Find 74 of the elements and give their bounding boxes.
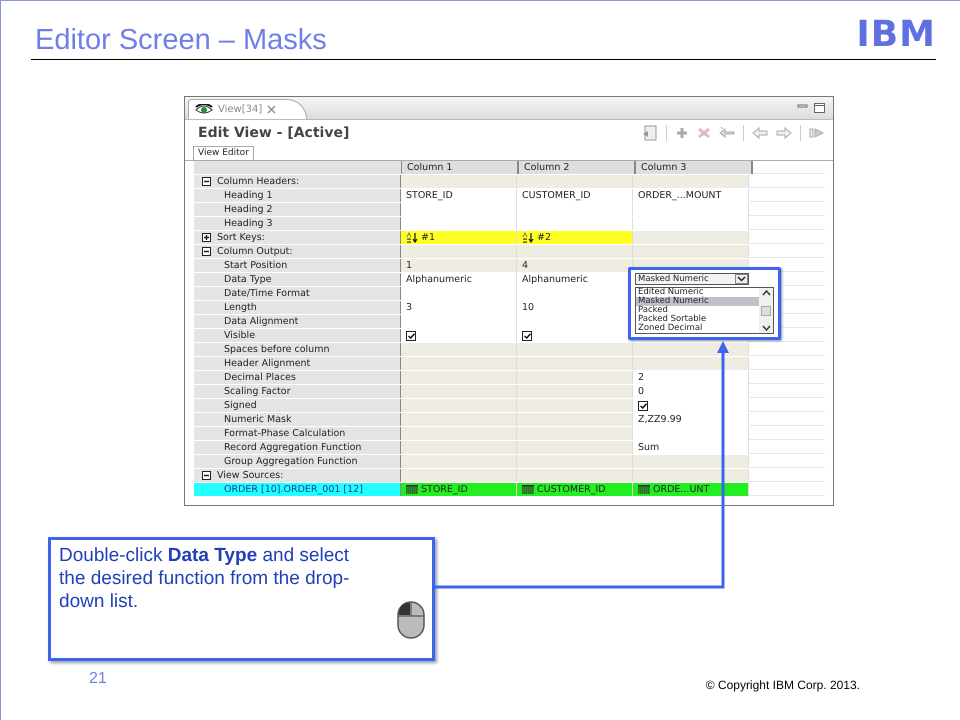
section-label: View Sources: [217,468,284,482]
property-label: Date/Time Format [194,287,401,300]
plus-icon[interactable] [675,126,689,140]
tab-label: View[34] [218,104,262,115]
property-label: Decimal Places [194,371,401,384]
scroll-down-icon[interactable] [760,323,772,333]
property-label: Format-Phase Calculation [194,427,401,440]
section-row-label[interactable]: Sort Keys: [194,231,401,244]
property-label: Signed [194,399,401,412]
editor-title: Edit View - [Active] [198,125,350,141]
property-label: Scaling Factor [194,385,401,398]
section-label: Column Headers: [217,174,300,188]
right-arrow-icon[interactable] [776,126,792,140]
property-label: Heading 3 [194,217,401,230]
sort-ascending-icon [522,232,534,243]
copyright-text: © Copyright IBM Corp. 2013. [706,677,860,694]
barcode-icon [638,485,650,494]
logo: IBM [856,17,936,53]
mouse-icon [396,600,426,640]
collapse-icon [202,471,211,480]
table-cell: 4 [517,259,633,272]
callout-text: Double-click Data Type and select the desired function from the drop-down list. [59,544,350,613]
document-icon[interactable] [642,125,658,141]
column-header: Column 2 [519,161,636,174]
barcode-icon [522,485,534,494]
source-row-label[interactable]: ORDER [10].ORDER_001 [12] [194,483,401,496]
property-label: Heading 1 [194,189,401,202]
property-label: Header Alignment [194,357,401,370]
sort-ascending-icon [406,232,418,243]
property-label: Spaces before column [194,343,401,356]
table-cell: 1 [401,259,517,272]
property-label: Data Type [194,273,401,286]
view-tab[interactable]: View[34] [188,99,308,119]
left-arrow-icon[interactable] [752,126,768,140]
section-row-label[interactable]: Column Output: [194,245,401,258]
column-header: Column 3 [636,161,753,174]
sort-key-number: #2 [537,230,552,244]
scroll-thumb-icon[interactable] [761,306,771,316]
section-row-label[interactable]: View Sources: [194,469,401,482]
section-row-label[interactable]: Column Headers: [194,175,401,188]
checkbox[interactable] [522,330,532,340]
maximize-icon[interactable] [814,103,825,113]
data-type-combo[interactable]: Masked Numeric [635,273,749,285]
property-label: Numeric Mask [194,413,401,426]
property-label: Heading 2 [194,203,401,216]
property-label: Visible [194,329,401,342]
move-end-icon[interactable] [809,126,825,140]
checkbox[interactable] [638,400,648,410]
dropdown-option[interactable]: Masked Numeric [636,297,759,306]
view-editor-tab[interactable]: View Editor [193,146,254,160]
section-label: Column Output: [217,244,293,258]
sort-key-number: #1 [421,230,436,244]
close-icon[interactable] [267,105,276,114]
scroll-up-icon[interactable] [760,288,772,298]
section-label: Sort Keys: [217,230,265,244]
column-header: Column 1 [402,161,519,174]
property-label: Data Alignment [194,315,401,328]
page-number: 21 [89,670,107,689]
caret-icon [735,274,748,284]
eye-icon [195,104,213,115]
barcode-icon [406,485,418,494]
collapse-icon [202,177,211,186]
expand-icon [202,233,211,242]
checkbox[interactable] [406,330,416,340]
property-label: Start Position [194,259,401,272]
slide-title: Editor Screen – Masks [35,23,327,57]
property-label: Length [194,301,401,314]
source-field-name: ORDE...UNT [653,482,710,496]
property-label: Record Aggregation Function [194,441,401,454]
insert-arrow-icon[interactable] [719,126,735,140]
property-label: Group Aggregation Function [194,455,401,468]
source-field-name: STORE_ID [421,482,468,496]
collapse-icon [202,247,211,256]
source-field-name: CUSTOMER_ID [537,482,606,496]
